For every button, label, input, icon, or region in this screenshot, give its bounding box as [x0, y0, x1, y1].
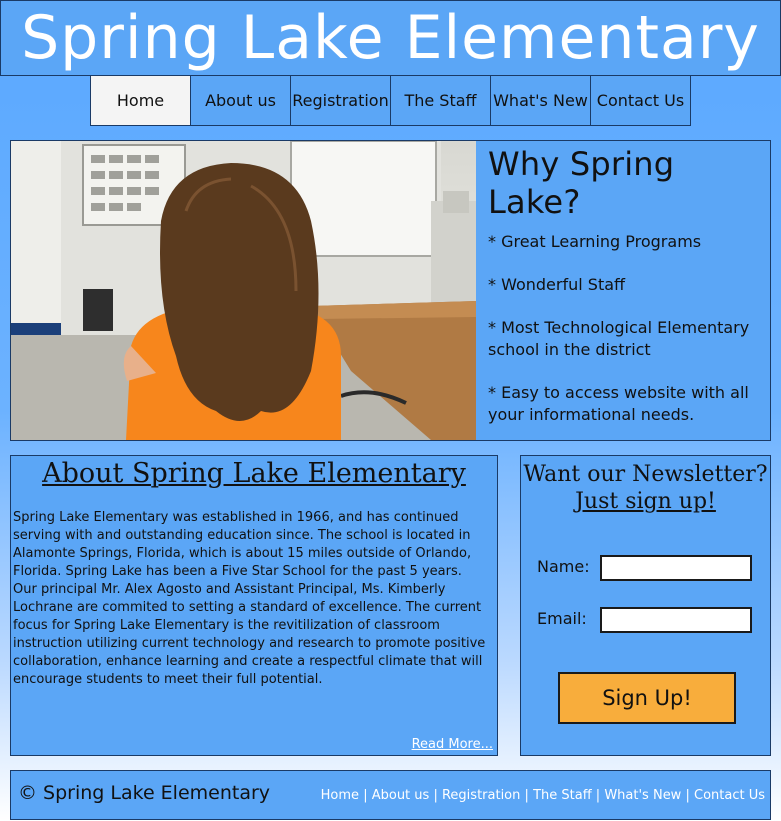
read-more-link[interactable]: Read More... — [412, 737, 493, 752]
site-title: Spring Lake Elementary — [21, 3, 760, 73]
footer-link-registration[interactable]: Registration — [442, 788, 520, 803]
about-title: About Spring Lake Elementary — [42, 458, 466, 489]
why-section: Why Spring Lake? * Great Learning Progra… — [487, 141, 770, 440]
why-point: * Easy to access website with all your i… — [488, 383, 749, 424]
main-nav: Home About us Registration The Staff Wha… — [90, 75, 691, 126]
nav-item-whats-new[interactable]: What's New — [490, 75, 591, 126]
why-point: * Wonderful Staff — [488, 275, 626, 294]
newsletter-panel: Want our Newsletter? Just sign up! Name:… — [520, 455, 771, 756]
email-label: Email: — [537, 609, 587, 628]
nav-item-registration[interactable]: Registration — [290, 75, 391, 126]
name-label: Name: — [537, 557, 590, 576]
classroom-photo — [11, 141, 476, 440]
nav-item-home[interactable]: Home — [90, 75, 191, 126]
classroom-photo-art — [11, 141, 476, 440]
newsletter-title: Want our Newsletter? — [523, 462, 768, 487]
footer-link-about-us[interactable]: About us — [372, 788, 430, 803]
why-title: Why Spring Lake? — [488, 145, 675, 221]
footer-links: Home | About us | Registration | The Sta… — [321, 788, 765, 803]
nav-item-the-staff[interactable]: The Staff — [390, 75, 491, 126]
why-point: * Great Learning Programs — [488, 232, 702, 251]
about-panel: About Spring Lake Elementary Spring Lake… — [10, 455, 498, 756]
why-list: * Great Learning Programs * Wonderful St… — [487, 231, 770, 426]
footer-copyright: © Spring Lake Elementary — [18, 782, 271, 804]
footer-separator: | — [685, 788, 690, 803]
footer-link-contact-us[interactable]: Contact Us — [694, 788, 765, 803]
newsletter-subtitle: Just sign up! — [575, 489, 716, 514]
why-point: * Most Technological Elementary school i… — [488, 318, 750, 359]
footer-separator: | — [363, 788, 368, 803]
footer-separator: | — [524, 788, 529, 803]
about-body: Spring Lake Elementary was established i… — [13, 510, 486, 687]
email-field[interactable] — [600, 607, 752, 633]
footer-link-home[interactable]: Home — [321, 788, 359, 803]
footer-separator: | — [433, 788, 438, 803]
footer-separator: | — [595, 788, 601, 803]
nav-item-about-us[interactable]: About us — [190, 75, 291, 126]
feature-panel: Why Spring Lake? * Great Learning Progra… — [10, 140, 771, 441]
site-header: Spring Lake Elementary — [0, 0, 781, 76]
name-field[interactable] — [600, 555, 752, 581]
nav-item-contact-us[interactable]: Contact Us — [590, 75, 691, 126]
footer-link-whats-new[interactable]: What's New — [604, 788, 681, 803]
site-footer: © Spring Lake Elementary Home | About us… — [10, 770, 771, 820]
sign-up-button[interactable]: Sign Up! — [558, 672, 736, 724]
footer-link-the-staff[interactable]: The Staff — [533, 788, 592, 803]
